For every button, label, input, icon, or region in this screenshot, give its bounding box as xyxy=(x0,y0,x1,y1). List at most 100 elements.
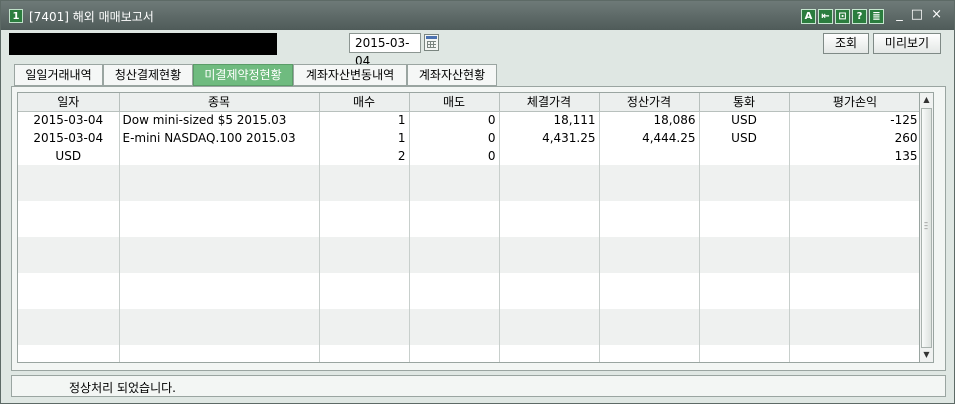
table-cell xyxy=(18,273,120,291)
table-cell xyxy=(599,309,700,327)
preview-button[interactable]: 미리보기 xyxy=(873,33,941,54)
empty-row[interactable] xyxy=(18,201,919,219)
minimize-icon[interactable]: _ xyxy=(896,7,903,22)
table-row[interactable]: 2015-03-04 E-mini NASDAQ.100 2015.03 1 0 4,4… xyxy=(18,129,919,147)
empty-row[interactable] xyxy=(18,327,919,345)
table-cell xyxy=(319,291,410,309)
table-cell xyxy=(119,237,320,255)
table-cell xyxy=(119,255,320,273)
empty-row[interactable] xyxy=(18,291,919,309)
close-icon[interactable]: × xyxy=(931,7,942,22)
empty-row[interactable] xyxy=(18,309,919,327)
search-button[interactable]: 조회 xyxy=(823,33,869,54)
table-cell xyxy=(119,147,320,165)
table-cell xyxy=(319,219,410,237)
table-cell xyxy=(699,165,790,183)
table-cell: 0 xyxy=(409,129,500,147)
table-cell xyxy=(699,345,790,362)
table-cell: Dow mini-sized $5 2015.03 xyxy=(119,111,320,129)
table-cell: 2015-03-04 xyxy=(18,111,120,129)
empty-row[interactable] xyxy=(18,219,919,237)
table-cell xyxy=(599,165,700,183)
column-header-date[interactable]: 일자 xyxy=(18,93,120,112)
window-controls: _ □ × xyxy=(896,7,942,22)
account-field-redacted[interactable] xyxy=(9,33,277,55)
table-cell xyxy=(789,327,919,345)
table-cell xyxy=(18,327,120,345)
table-cell: 135 xyxy=(789,147,919,165)
status-bar: 정상처리 되었습니다. xyxy=(11,375,946,397)
table-cell: 1 xyxy=(319,129,410,147)
title-bar[interactable]: 1 [7401] 해외 매매보고서 A ⇤ ⊡ ? ≣ _ □ × xyxy=(1,1,954,30)
table-cell xyxy=(789,345,919,362)
tab-settlement-status[interactable]: 청산결제현황 xyxy=(103,64,193,86)
table-cell xyxy=(18,237,120,255)
table-cell xyxy=(119,201,320,219)
table-cell xyxy=(119,183,320,201)
table-cell xyxy=(599,327,700,345)
font-size-icon[interactable]: A xyxy=(801,9,816,24)
tab-daily-trades[interactable]: 일일거래내역 xyxy=(14,64,103,86)
tab-account-assets[interactable]: 계좌자산현황 xyxy=(407,64,497,86)
column-header-pnl[interactable]: 평가손익 xyxy=(789,93,919,112)
tab-open-interest[interactable]: 미결제약정현황 xyxy=(193,64,293,86)
table-cell xyxy=(499,147,600,165)
tab-account-asset-changes[interactable]: 계좌자산변동내역 xyxy=(293,64,407,86)
table-cell xyxy=(789,183,919,201)
vertical-scrollbar[interactable]: ▲ – – – ▼ xyxy=(920,92,934,363)
table-cell xyxy=(699,273,790,291)
table-cell: 0 xyxy=(409,147,500,165)
scroll-thumb[interactable]: – – – xyxy=(921,108,932,348)
column-header-settle-price[interactable]: 정산가격 xyxy=(599,93,700,112)
scroll-down-icon[interactable]: ▼ xyxy=(920,348,933,362)
empty-row[interactable] xyxy=(18,165,919,183)
empty-row[interactable] xyxy=(18,345,919,362)
table-row[interactable]: 2015-03-04 Dow mini-sized $5 2015.03 1 0 18,… xyxy=(18,111,919,129)
empty-row[interactable] xyxy=(18,255,919,273)
menu-list-icon[interactable]: ≣ xyxy=(869,9,884,24)
table-cell: USD xyxy=(699,129,790,147)
column-header-fill-price[interactable]: 체결가격 xyxy=(499,93,600,112)
table-cell xyxy=(789,237,919,255)
table-cell: 260 xyxy=(789,129,919,147)
table-cell xyxy=(699,219,790,237)
table-cell xyxy=(599,219,700,237)
table-cell xyxy=(789,309,919,327)
table-cell xyxy=(699,291,790,309)
table-cell xyxy=(319,201,410,219)
date-input[interactable]: 2015-03-04 xyxy=(349,33,421,68)
table-cell xyxy=(499,291,600,309)
table-cell xyxy=(499,309,600,327)
empty-row[interactable] xyxy=(18,237,919,255)
table-cell xyxy=(789,165,919,183)
table-row[interactable]: USD 2 0 135 xyxy=(18,147,919,165)
link-icon[interactable]: ⇤ xyxy=(818,9,833,24)
table-cell xyxy=(789,273,919,291)
table-cell xyxy=(409,273,500,291)
table-cell xyxy=(18,255,120,273)
empty-row[interactable] xyxy=(18,273,919,291)
table-cell xyxy=(18,291,120,309)
calendar-icon[interactable] xyxy=(424,34,439,51)
table-cell xyxy=(599,201,700,219)
table-cell xyxy=(409,219,500,237)
table-cell: 4,431.25 xyxy=(499,129,600,147)
table-cell xyxy=(409,291,500,309)
table-cell xyxy=(119,165,320,183)
column-header-instrument[interactable]: 종목 xyxy=(119,93,320,112)
table-cell xyxy=(119,345,320,362)
screen-icon[interactable]: ⊡ xyxy=(835,9,850,24)
column-header-currency[interactable]: 통화 xyxy=(699,93,790,112)
window-number-badge: 1 xyxy=(9,9,23,23)
empty-row[interactable] xyxy=(18,183,919,201)
scroll-up-icon[interactable]: ▲ xyxy=(920,93,933,107)
table-cell xyxy=(409,183,500,201)
column-header-buy[interactable]: 매수 xyxy=(319,93,410,112)
window-title: [7401] 해외 매매보고서 xyxy=(29,10,154,24)
table-cell xyxy=(789,291,919,309)
table-cell xyxy=(18,219,120,237)
table-cell xyxy=(409,165,500,183)
maximize-icon[interactable]: □ xyxy=(911,7,923,22)
column-header-sell[interactable]: 매도 xyxy=(409,93,500,112)
help-icon[interactable]: ? xyxy=(852,9,867,24)
